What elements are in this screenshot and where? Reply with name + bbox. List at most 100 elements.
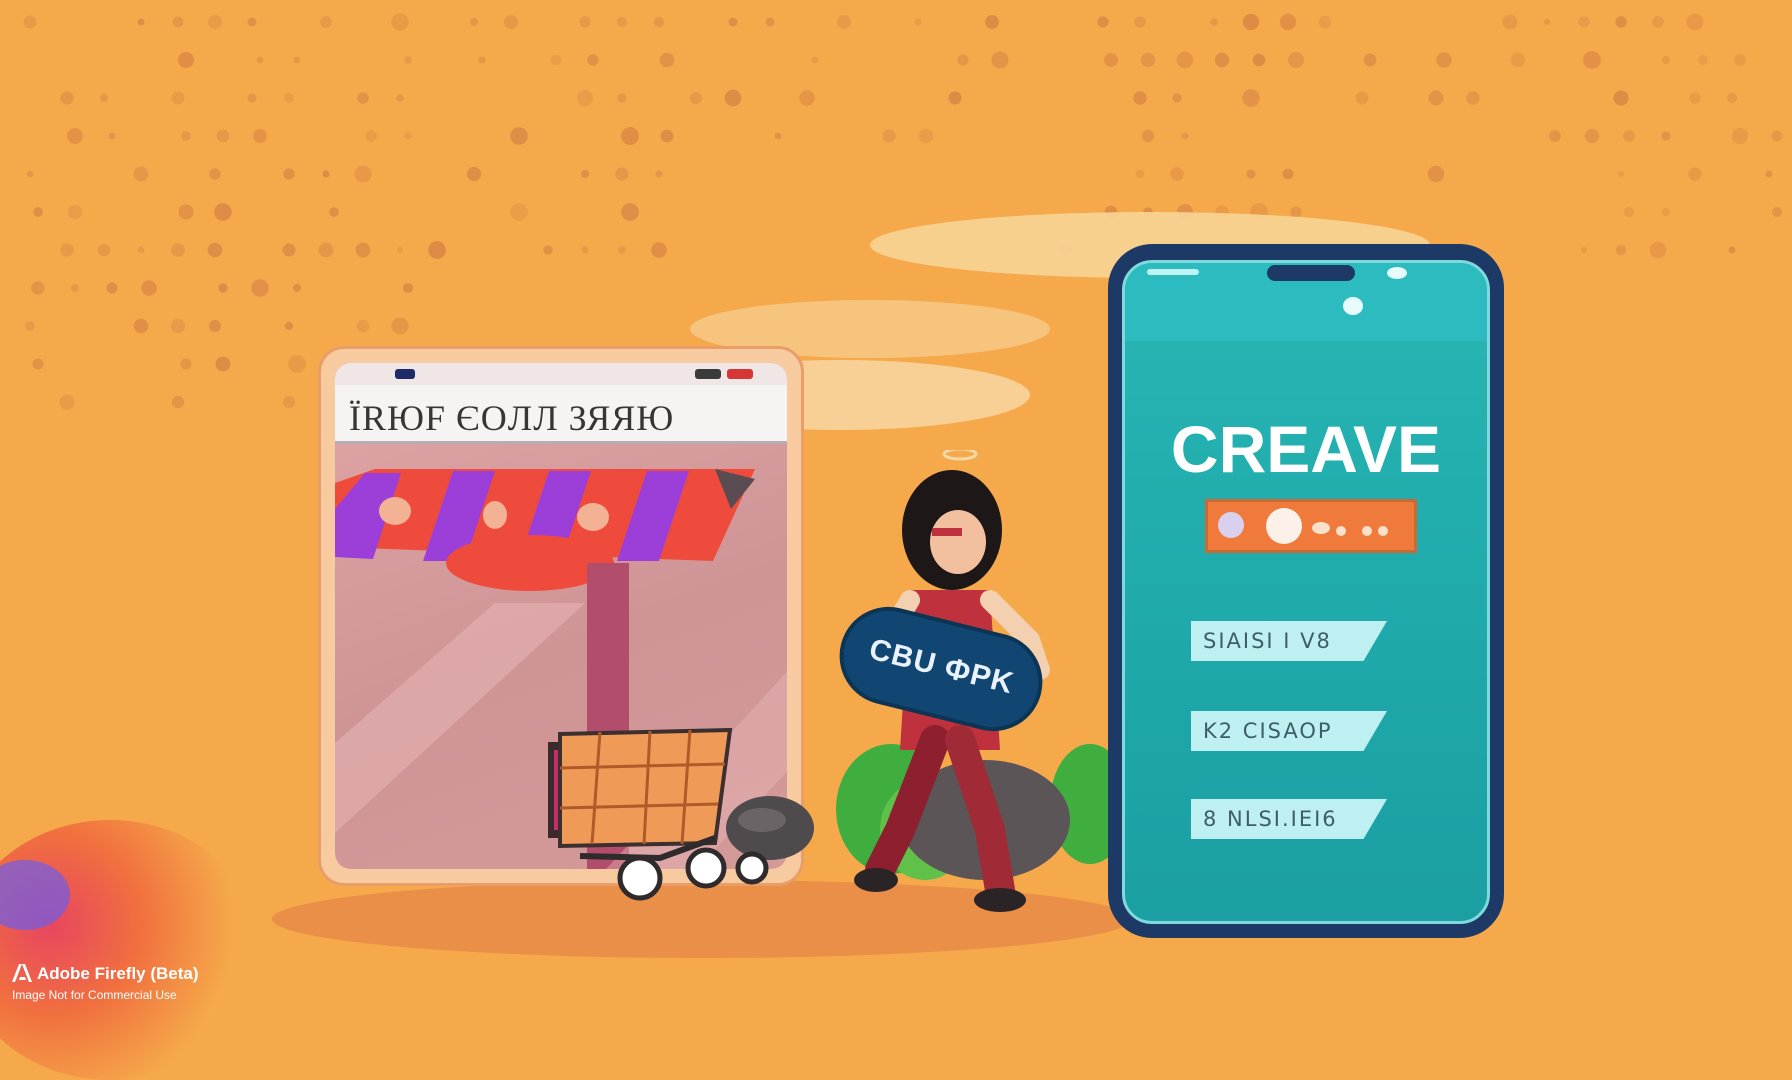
watermark-subtitle: Image Not for Commercial Use (12, 988, 177, 1002)
background-dot (1104, 53, 1118, 67)
background-dot (724, 89, 742, 107)
background-dot (32, 358, 44, 370)
background-dot (256, 56, 264, 64)
menu-button-3[interactable]: 8 NLSI.IEI6 (1191, 799, 1387, 839)
background-dot (621, 127, 639, 145)
background-dot (99, 93, 109, 103)
background-dot (550, 54, 562, 66)
menu-button-2[interactable]: K2 CISAOP (1191, 711, 1387, 751)
background-dot (178, 52, 194, 68)
dot-icon (1362, 526, 1372, 536)
background-dot (1436, 52, 1452, 68)
background-dot (1731, 127, 1749, 145)
shopping-cart-icon (548, 728, 814, 901)
background-dot (510, 127, 528, 145)
background-dot (1141, 129, 1155, 143)
background-dot (1133, 91, 1147, 105)
background-dot (329, 207, 339, 217)
background-dot (1510, 52, 1526, 68)
camera-icon (395, 369, 415, 379)
background-dot (1170, 167, 1184, 181)
background-dot (774, 132, 782, 140)
watermark-title: Adobe Firefly (Beta) (37, 964, 199, 983)
background-dot (1502, 14, 1518, 30)
background-dot (1246, 169, 1256, 179)
background-dot (354, 165, 372, 183)
background-dot (1728, 246, 1736, 254)
background-dot (466, 166, 482, 182)
background-dot (214, 203, 232, 221)
background-dot (1134, 16, 1146, 28)
background-dot (659, 52, 675, 68)
background-dot (1181, 132, 1189, 140)
watermark: Adobe Firefly (Beta) Image Not for Comme… (12, 964, 199, 1002)
background-dot (1613, 90, 1629, 106)
background-dot (137, 246, 145, 254)
background-dot (282, 243, 296, 257)
background-dot (1428, 90, 1444, 106)
menu-button-label: K2 CISAOP (1203, 719, 1333, 743)
background-dot (108, 132, 116, 140)
dot-icon (1312, 522, 1330, 534)
background-dot (215, 356, 231, 372)
background-dot (615, 167, 629, 181)
background-dot (918, 128, 934, 144)
background-dot (655, 170, 663, 178)
background-dot (510, 203, 528, 221)
background-dot (1649, 241, 1667, 259)
background-dot (1427, 165, 1445, 183)
background-dot (1135, 169, 1145, 179)
background-dot (1617, 170, 1625, 178)
background-dot (322, 170, 330, 178)
background-dot (428, 241, 446, 259)
background-dot (1623, 206, 1635, 218)
background-dot (208, 15, 222, 29)
background-dot (1543, 18, 1551, 26)
background-dot (70, 283, 80, 293)
menu-button-1[interactable]: SIAISI I V8 (1191, 621, 1387, 661)
background-dot (1214, 52, 1230, 68)
background-dot (253, 129, 267, 143)
background-dot (617, 93, 627, 103)
background-dot (178, 204, 194, 220)
background-dot (216, 129, 230, 143)
background-dot (97, 243, 111, 257)
camera-dot-icon (1343, 297, 1363, 315)
background-dot (288, 355, 306, 373)
background-dot (172, 16, 184, 28)
menu-button-label: 8 NLSI.IEI6 (1203, 807, 1338, 831)
background-dot (1578, 16, 1590, 28)
background-dot (503, 14, 519, 30)
background-dot (404, 56, 412, 64)
background-dot (1252, 53, 1266, 67)
onboarding-banner[interactable] (1205, 499, 1417, 553)
illustration: ЇRЮF ЄOЛЛ ЗЯЯЮ CBU ФPK CREAVE SIAISI I V… (0, 0, 1792, 1080)
background-dot (396, 246, 404, 254)
background-dot (356, 319, 370, 333)
background-dot (579, 16, 591, 28)
background-dot (283, 396, 295, 408)
background-dot (1661, 207, 1671, 217)
background-dot (181, 131, 191, 141)
background-dot (218, 283, 228, 293)
background-dot (728, 17, 738, 27)
background-dot (1686, 13, 1704, 31)
background-dot (587, 54, 599, 66)
background-dot (1772, 207, 1782, 217)
background-dot (251, 279, 269, 297)
background-dot (651, 242, 667, 258)
background-dot (621, 203, 639, 221)
background-dot (882, 129, 896, 143)
phone-screen: CREAVE SIAISI I V8 K2 CISAOP 8 NLSI.IEI6 (1122, 260, 1490, 924)
background-dot (404, 132, 412, 140)
background-dot (1615, 244, 1627, 256)
background-dot (478, 56, 486, 64)
background-dot (67, 204, 83, 220)
background-dot (1623, 130, 1635, 142)
background-dot (1172, 93, 1182, 103)
background-dot (1242, 89, 1260, 107)
background-dot (67, 128, 83, 144)
background-dot (283, 168, 295, 180)
background-dot (618, 246, 626, 254)
background-dot (799, 90, 815, 106)
